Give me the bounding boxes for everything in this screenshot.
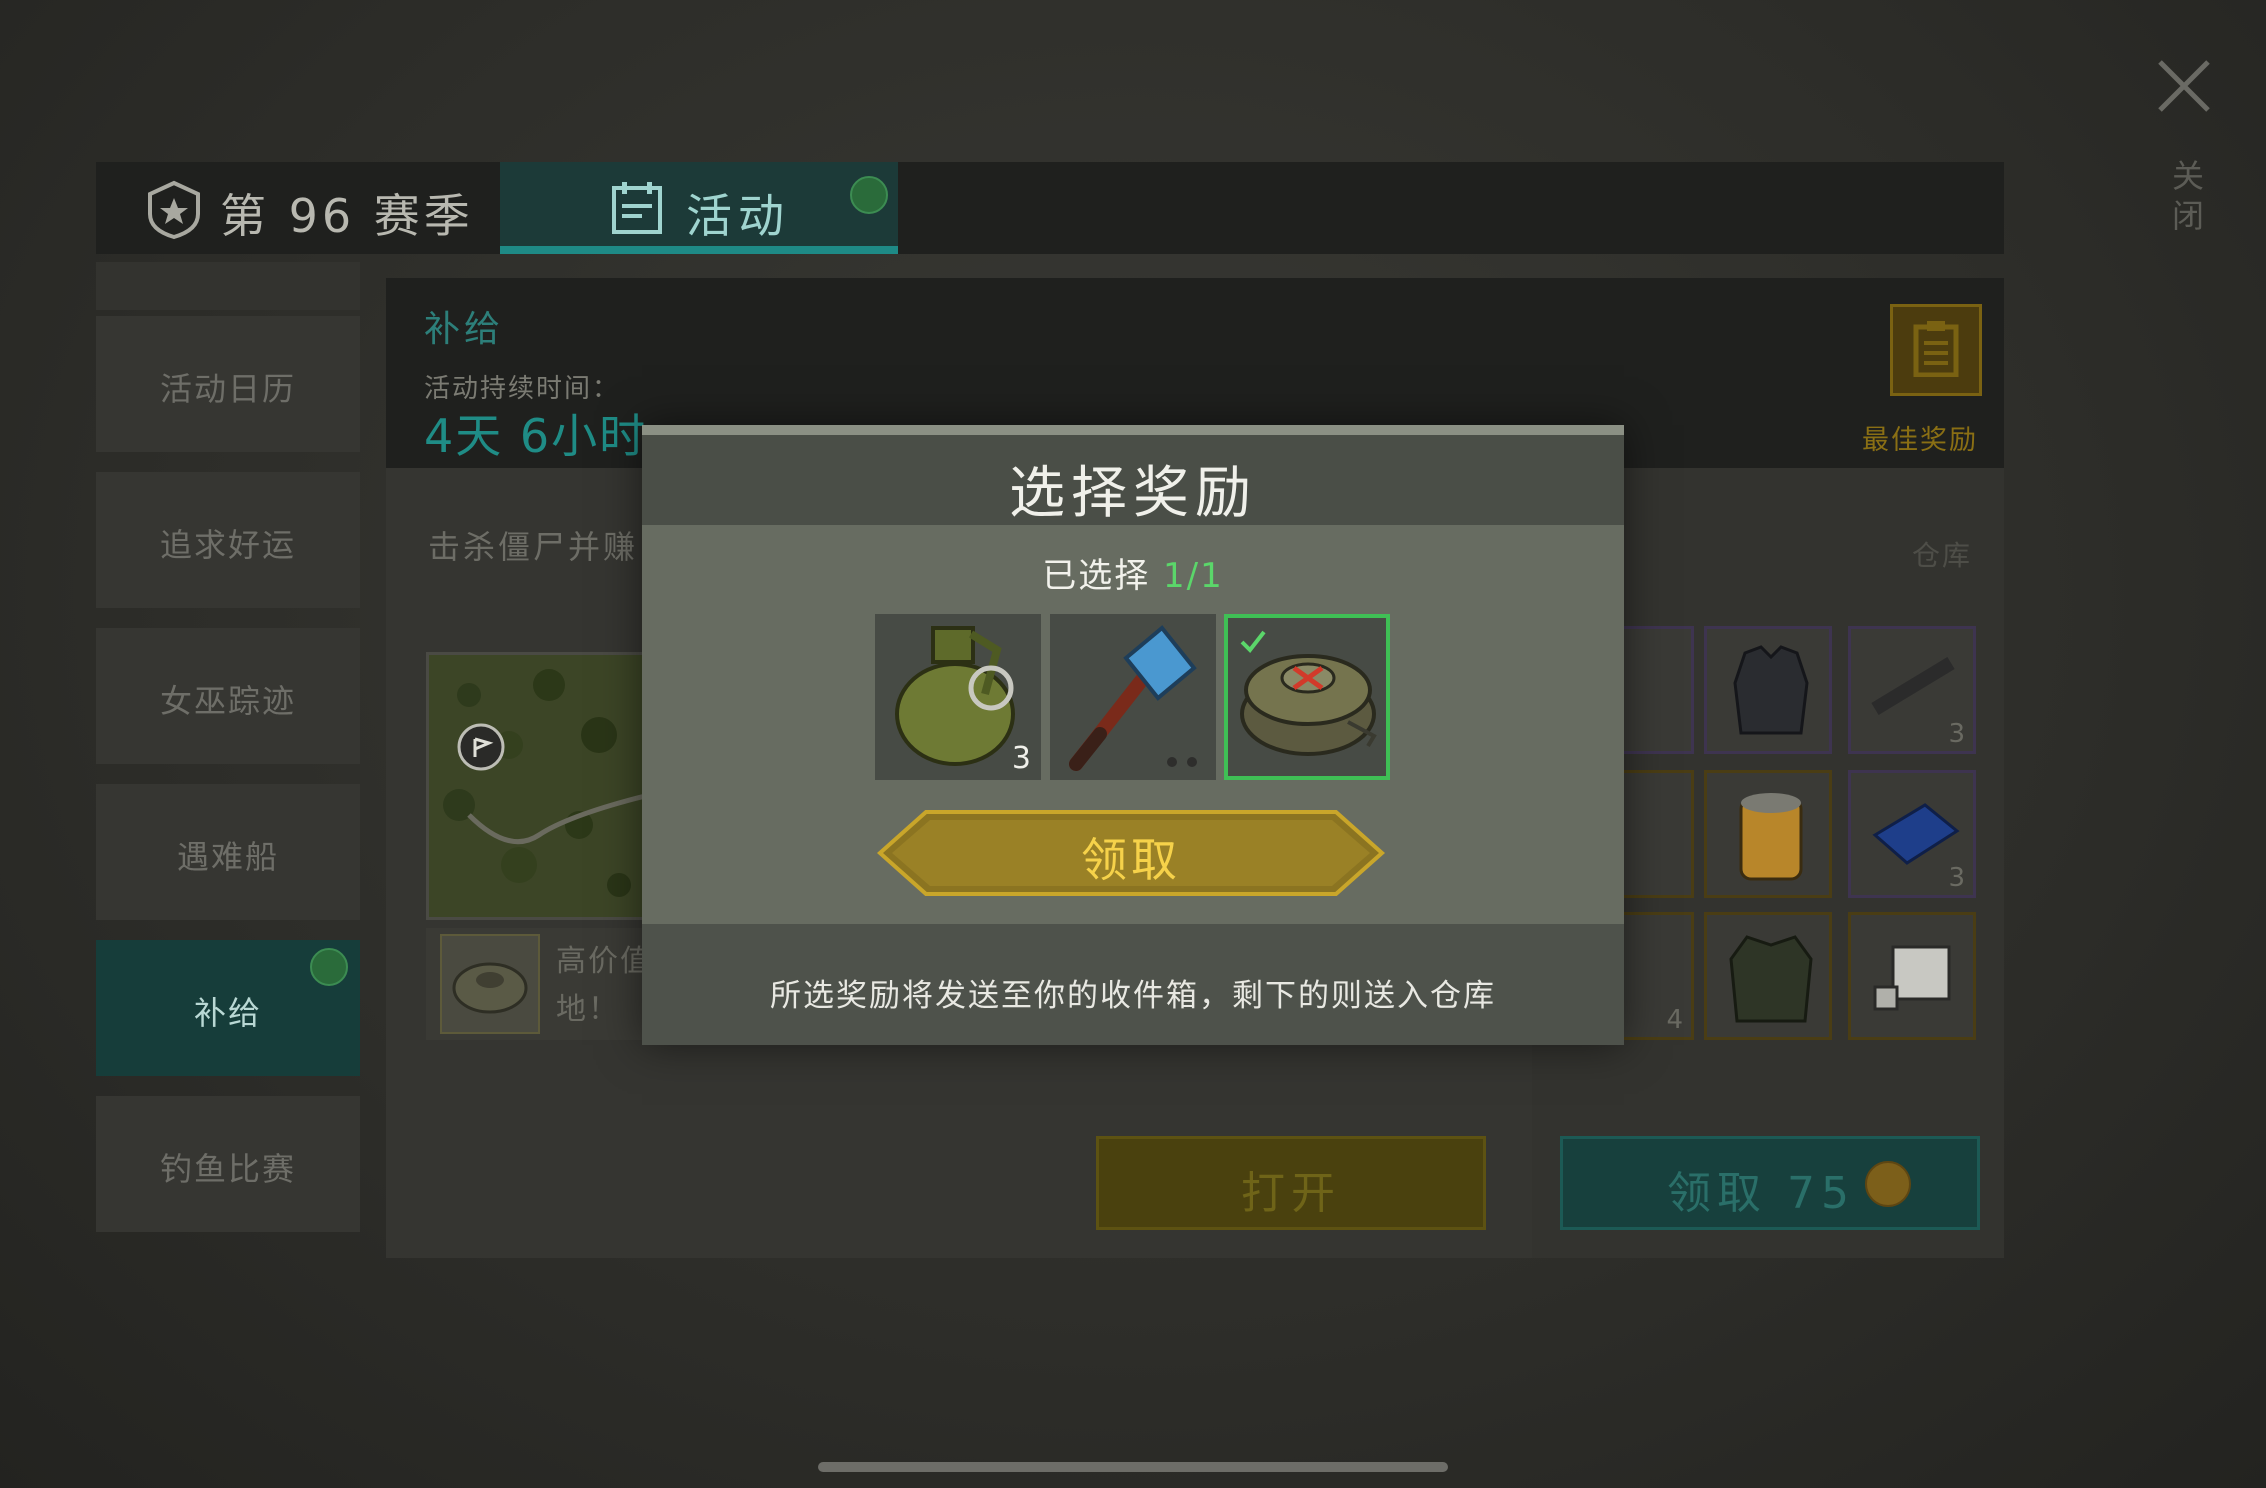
item-count: 4 xyxy=(1666,1005,1683,1035)
reward-preview-line1: 高价值 xyxy=(556,944,652,979)
sidebar-item-label: 追求好运 xyxy=(159,526,296,564)
sidebar-item-calendar[interactable]: 活动日历 xyxy=(96,316,360,452)
close-icon[interactable] xyxy=(2154,56,2214,116)
warehouse-item-pipe[interactable]: 3 xyxy=(1848,626,1976,754)
vest-icon xyxy=(1733,645,1809,735)
landmine-mini-icon xyxy=(440,934,540,1034)
claim-coins-label: 领取 xyxy=(1667,1168,1767,1219)
tab-activity[interactable]: 活动 xyxy=(500,162,898,254)
tab-activity-label: 活动 xyxy=(686,189,790,243)
sidebar-top-cap xyxy=(96,262,360,310)
claim-coins-text: 领取 75 xyxy=(1667,1157,1855,1221)
event-map xyxy=(426,652,652,920)
claim-coins-amount: 75 xyxy=(1787,1168,1855,1219)
sidebar-item-label: 女巫踪迹 xyxy=(159,682,296,720)
claim-coins-button[interactable]: 领取 75 xyxy=(1560,1136,1980,1230)
calendar-icon xyxy=(612,182,662,234)
event-description: 击杀僵尸并赚 xyxy=(428,528,639,566)
hammer-icon xyxy=(1069,625,1197,771)
claim-reward-label: 领取 xyxy=(1081,833,1181,887)
open-button[interactable]: 打开 xyxy=(1096,1136,1486,1230)
engine-part-icon xyxy=(1873,945,1951,1011)
gift-badge-icon xyxy=(850,176,888,214)
sidebar-item-witch[interactable]: 女巫踪迹 xyxy=(96,628,360,764)
jacket-icon xyxy=(1729,935,1813,1023)
warehouse-item-filter[interactable] xyxy=(1704,770,1832,898)
item-count: 3 xyxy=(1948,719,1965,749)
sidebar-item-label: 遇难船 xyxy=(176,838,279,876)
sidebar-item-supply[interactable]: 补给 xyxy=(96,940,360,1076)
claim-reward-button[interactable]: 领取 xyxy=(876,808,1386,898)
item-count: 3 xyxy=(1011,741,1031,776)
selection-count: 1/1 xyxy=(1163,556,1224,596)
sidebar-item-label: 补给 xyxy=(193,994,262,1032)
warehouse-label: 仓库 xyxy=(1912,539,1973,572)
duration-value: 4天 6小时 xyxy=(424,409,648,463)
sidebar-item-label: 钓鱼比赛 xyxy=(159,1150,296,1188)
warehouse-item-jacket[interactable] xyxy=(1704,912,1832,1040)
selection-counter: 已选择 1/1 xyxy=(642,548,1624,597)
home-indicator[interactable] xyxy=(818,1462,1448,1472)
reward-option-hammer[interactable] xyxy=(1050,614,1216,780)
season-shield-icon xyxy=(148,180,200,240)
reward-preview-text: 高价值 地！ xyxy=(556,938,652,1034)
filter-icon xyxy=(1739,793,1803,881)
gift-badge-icon xyxy=(310,948,348,986)
modal-title: 选择奖励 xyxy=(1009,461,1257,526)
open-button-label: 打开 xyxy=(1241,1168,1341,1219)
best-reward-button[interactable] xyxy=(1890,304,1982,396)
best-reward-label: 最佳奖励 xyxy=(1862,425,1978,456)
warehouse-item-circuit[interactable]: 3 xyxy=(1848,770,1976,898)
close-label[interactable]: 关闭 xyxy=(2168,156,2208,236)
warehouse-item-engine[interactable] xyxy=(1848,912,1976,1040)
reward-option-landmine[interactable] xyxy=(1224,614,1390,780)
tab-season-label: 第 96 赛季 xyxy=(220,189,474,243)
sidebar-item-shipwreck[interactable]: 遇难船 xyxy=(96,784,360,920)
modal-footer-text: 所选奖励将发送至你的收件箱，剩下的则送入仓库 xyxy=(770,978,1496,1014)
coin-icon xyxy=(1865,1161,1911,1207)
event-title: 补给 xyxy=(424,309,505,350)
tab-active-underline xyxy=(500,246,898,254)
item-count: 3 xyxy=(1948,863,1965,893)
map-terrain xyxy=(429,655,649,917)
tab-season[interactable]: 第 96 赛季 xyxy=(96,162,500,254)
sidebar-item-luck[interactable]: 追求好运 xyxy=(96,472,360,608)
reward-option-grenade[interactable]: 3 xyxy=(875,614,1041,780)
landmine-icon xyxy=(1240,630,1377,756)
sidebar-item-label: 活动日历 xyxy=(159,370,296,408)
warehouse-item-vest[interactable] xyxy=(1704,626,1832,754)
reward-preview-line2: 地！ xyxy=(556,992,620,1027)
clipboard-icon xyxy=(1913,321,1959,377)
modal-top-border xyxy=(642,425,1624,435)
sidebar-item-fishing[interactable]: 钓鱼比赛 xyxy=(96,1096,360,1232)
pipe-icon xyxy=(1871,657,1955,715)
selection-prefix: 已选择 xyxy=(1042,556,1151,596)
